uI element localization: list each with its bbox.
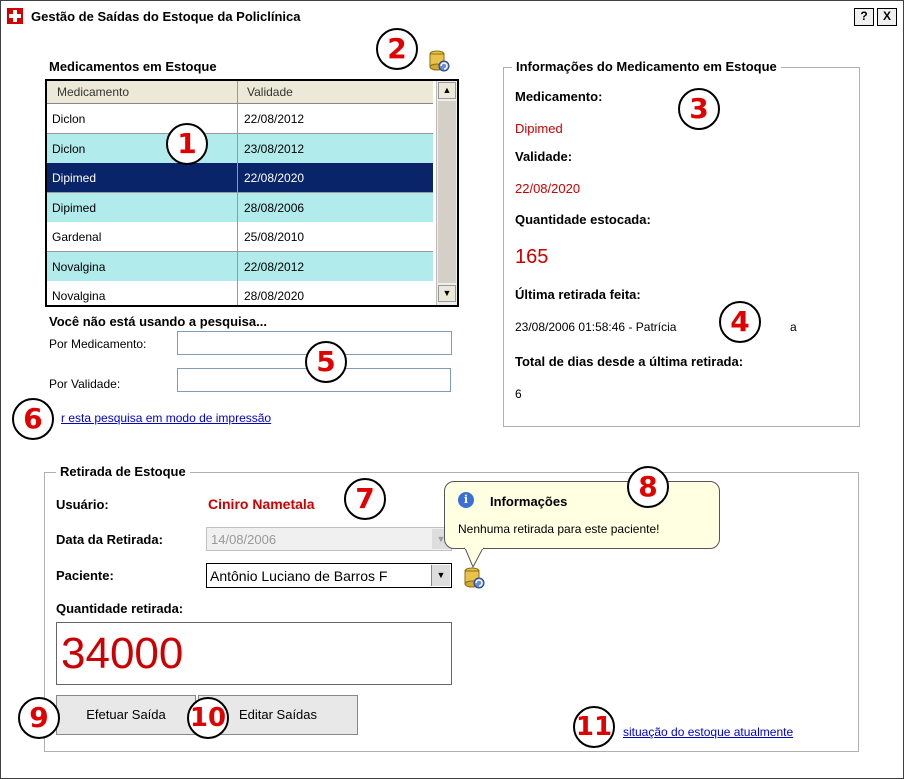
column-divider [237, 81, 238, 103]
callout-badge-3: 3 [678, 88, 720, 130]
qty-input[interactable]: 34000 [56, 622, 452, 685]
scroll-up-icon[interactable]: ▲ [438, 82, 456, 99]
callout-badge-8: 8 [627, 466, 669, 508]
cell-validade: 28/08/2006 [244, 200, 305, 215]
cell-validade: 22/08/2020 [244, 171, 305, 185]
cell-medicamento: Dipimed [52, 171, 97, 185]
help-button[interactable]: ? [854, 8, 874, 26]
callout-badge-1: 1 [166, 123, 208, 165]
search-by-val-label: Por Validade: [49, 377, 121, 391]
table-row[interactable]: Diclon 22/08/2012 [47, 104, 433, 134]
cell-validade: 22/08/2012 [244, 112, 305, 126]
cell-medicamento: Dipimed [52, 200, 97, 215]
callout-badge-5: 5 [305, 341, 347, 383]
scroll-thumb[interactable] [438, 101, 456, 283]
column-divider [237, 133, 238, 163]
info-icon: i [458, 492, 474, 508]
table-row[interactable]: Gardenal 25/08/2010 [47, 222, 433, 252]
patient-label: Paciente: [56, 568, 114, 583]
column-header-medicamento[interactable]: Medicamento [57, 85, 129, 99]
info-med-value: Dipimed [515, 121, 563, 136]
cell-validade: 23/08/2012 [244, 141, 305, 156]
info-last-value-tail: a [790, 320, 797, 334]
grid-scrollbar[interactable]: ▲ ▼ [436, 81, 457, 305]
info-panel-legend: Informações do Medicamento em Estoque [512, 59, 781, 74]
red-cross-icon [7, 8, 23, 24]
search-status-text: Você não está usando a pesquisa... [49, 314, 267, 329]
patient-dropdown-icon[interactable]: ▼ [431, 565, 450, 586]
stock-status-link[interactable]: situação do estoque atualmente [623, 725, 793, 739]
info-qty-value: 165 [515, 246, 549, 268]
table-row[interactable]: Dipimed 28/08/2006 [47, 192, 433, 223]
cell-medicamento: Gardenal [52, 230, 102, 244]
stock-grid[interactable]: Medicamento Validade Diclon 22/08/2012 Dic… [45, 79, 459, 307]
column-header-validade[interactable]: Validade [247, 85, 293, 99]
user-value: Ciniro Nametala [208, 496, 315, 512]
callout-badge-10: 10 [187, 697, 229, 739]
info-med-label: Medicamento: [515, 89, 603, 104]
cell-validade: 22/08/2012 [244, 259, 305, 274]
patient-value: Antônio Luciano de Barros F [210, 568, 388, 584]
search-by-med-label: Por Medicamento: [49, 337, 147, 351]
column-divider [237, 192, 238, 222]
column-divider [237, 163, 238, 192]
column-divider [237, 222, 238, 251]
date-picker[interactable]: 14/08/2006 ▼ [206, 527, 452, 551]
table-row[interactable]: Diclon 23/08/2012 [47, 133, 433, 164]
main-window: Gestão de Saídas do Estoque da Policlíni… [0, 0, 904, 779]
qty-label: Quantidade retirada: [56, 601, 184, 616]
column-divider [237, 281, 238, 305]
qty-value: 34000 [61, 629, 184, 678]
grid-header: Medicamento Validade [47, 81, 433, 104]
refresh-database-icon[interactable] [427, 49, 451, 73]
table-row[interactable]: Novalgina 22/08/2012 [47, 251, 433, 282]
info-last-label: Última retirada feita: [515, 287, 641, 302]
info-val-value: 22/08/2020 [515, 181, 581, 196]
table-row[interactable]: Dipimed 22/08/2020 [47, 163, 433, 193]
cell-medicamento: Diclon [52, 141, 86, 156]
info-days-label: Total de dias desde a última retirada: [515, 354, 744, 369]
title-bar: Gestão de Saídas do Estoque da Policlíni… [1, 1, 903, 31]
withdraw-panel-legend: Retirada de Estoque [56, 464, 190, 479]
info-days-value: 6 [515, 387, 522, 401]
table-row[interactable]: Novalgina 28/08/2020 [47, 281, 433, 305]
callout-badge-4: 4 [719, 301, 761, 343]
stock-list-title: Medicamentos em Estoque [49, 59, 217, 74]
print-mode-link[interactable]: r esta pesquisa em modo de impressão [61, 411, 271, 425]
date-label: Data da Retirada: [56, 532, 163, 547]
date-value: 14/08/2006 [211, 532, 277, 547]
window-title: Gestão de Saídas do Estoque da Policlíni… [31, 9, 301, 24]
callout-badge-7: 7 [344, 478, 386, 520]
close-button[interactable]: X [877, 8, 897, 26]
cell-validade: 25/08/2010 [244, 230, 305, 244]
info-val-label: Validade: [515, 149, 573, 164]
tooltip-message: Nenhuma retirada para este paciente! [458, 522, 660, 536]
efetuar-saida-button[interactable]: Efetuar Saída [56, 695, 196, 735]
user-label: Usuário: [56, 497, 109, 512]
column-divider [237, 251, 238, 281]
cell-medicamento: Diclon [52, 112, 86, 126]
tooltip-title: Informações [490, 494, 568, 509]
callout-badge-2: 2 [376, 28, 418, 70]
patient-select[interactable]: Antônio Luciano de Barros F ▼ [206, 563, 452, 588]
cell-medicamento: Novalgina [52, 289, 106, 303]
info-qty-label: Quantidade estocada: [515, 212, 651, 227]
callout-badge-6: 6 [12, 398, 54, 440]
info-last-value: 23/08/2006 01:58:46 - Patrícia [515, 320, 677, 334]
column-divider [237, 104, 238, 133]
tooltip-pointer [464, 547, 484, 569]
callout-badge-9: 9 [18, 697, 60, 739]
scroll-down-icon[interactable]: ▼ [438, 285, 456, 302]
callout-badge-11: 11 [573, 706, 615, 748]
cell-medicamento: Novalgina [52, 259, 106, 274]
info-tooltip: i Informações Nenhuma retirada para este… [444, 481, 720, 549]
cell-validade: 28/08/2020 [244, 289, 305, 303]
